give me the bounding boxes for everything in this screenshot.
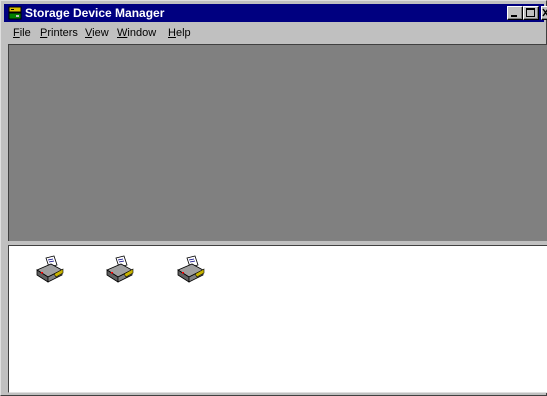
title-bar[interactable]: Storage Device Manager [4,4,547,22]
menu-bar: File Printers View Window Help [4,24,544,42]
menu-help-label: elp [175,27,191,39]
menu-printers[interactable]: Printers [40,26,78,40]
menu-view[interactable]: View [85,26,109,40]
maximize-button[interactable] [523,6,539,20]
device-list-pane[interactable] [8,245,547,393]
printer-icon[interactable] [104,255,134,285]
menu-window-hotkey: W [117,27,128,39]
application-window: Storage Device Manager File Printers Vie… [0,0,547,396]
window-title: Storage Device Manager [25,6,165,20]
close-button[interactable] [541,6,547,20]
maximize-icon [526,8,535,17]
storage-manager-icon [8,6,22,20]
menu-window[interactable]: Window [117,26,156,40]
menu-file-label: ile [19,27,31,39]
workspace-area[interactable] [8,44,547,241]
menu-view-label: iew [92,27,109,39]
menu-file-hotkey: F [13,27,20,39]
menu-help-hotkey: H [168,27,176,39]
menu-file[interactable]: File [13,26,31,40]
minimize-button[interactable] [507,6,523,20]
menu-printers-label: rinters [47,27,78,39]
printer-icon[interactable] [34,255,64,285]
printer-icon[interactable] [175,255,205,285]
menu-help[interactable]: Help [168,26,191,40]
menu-window-label: indow [127,27,157,39]
close-icon [542,8,547,17]
minimize-icon [511,15,517,17]
